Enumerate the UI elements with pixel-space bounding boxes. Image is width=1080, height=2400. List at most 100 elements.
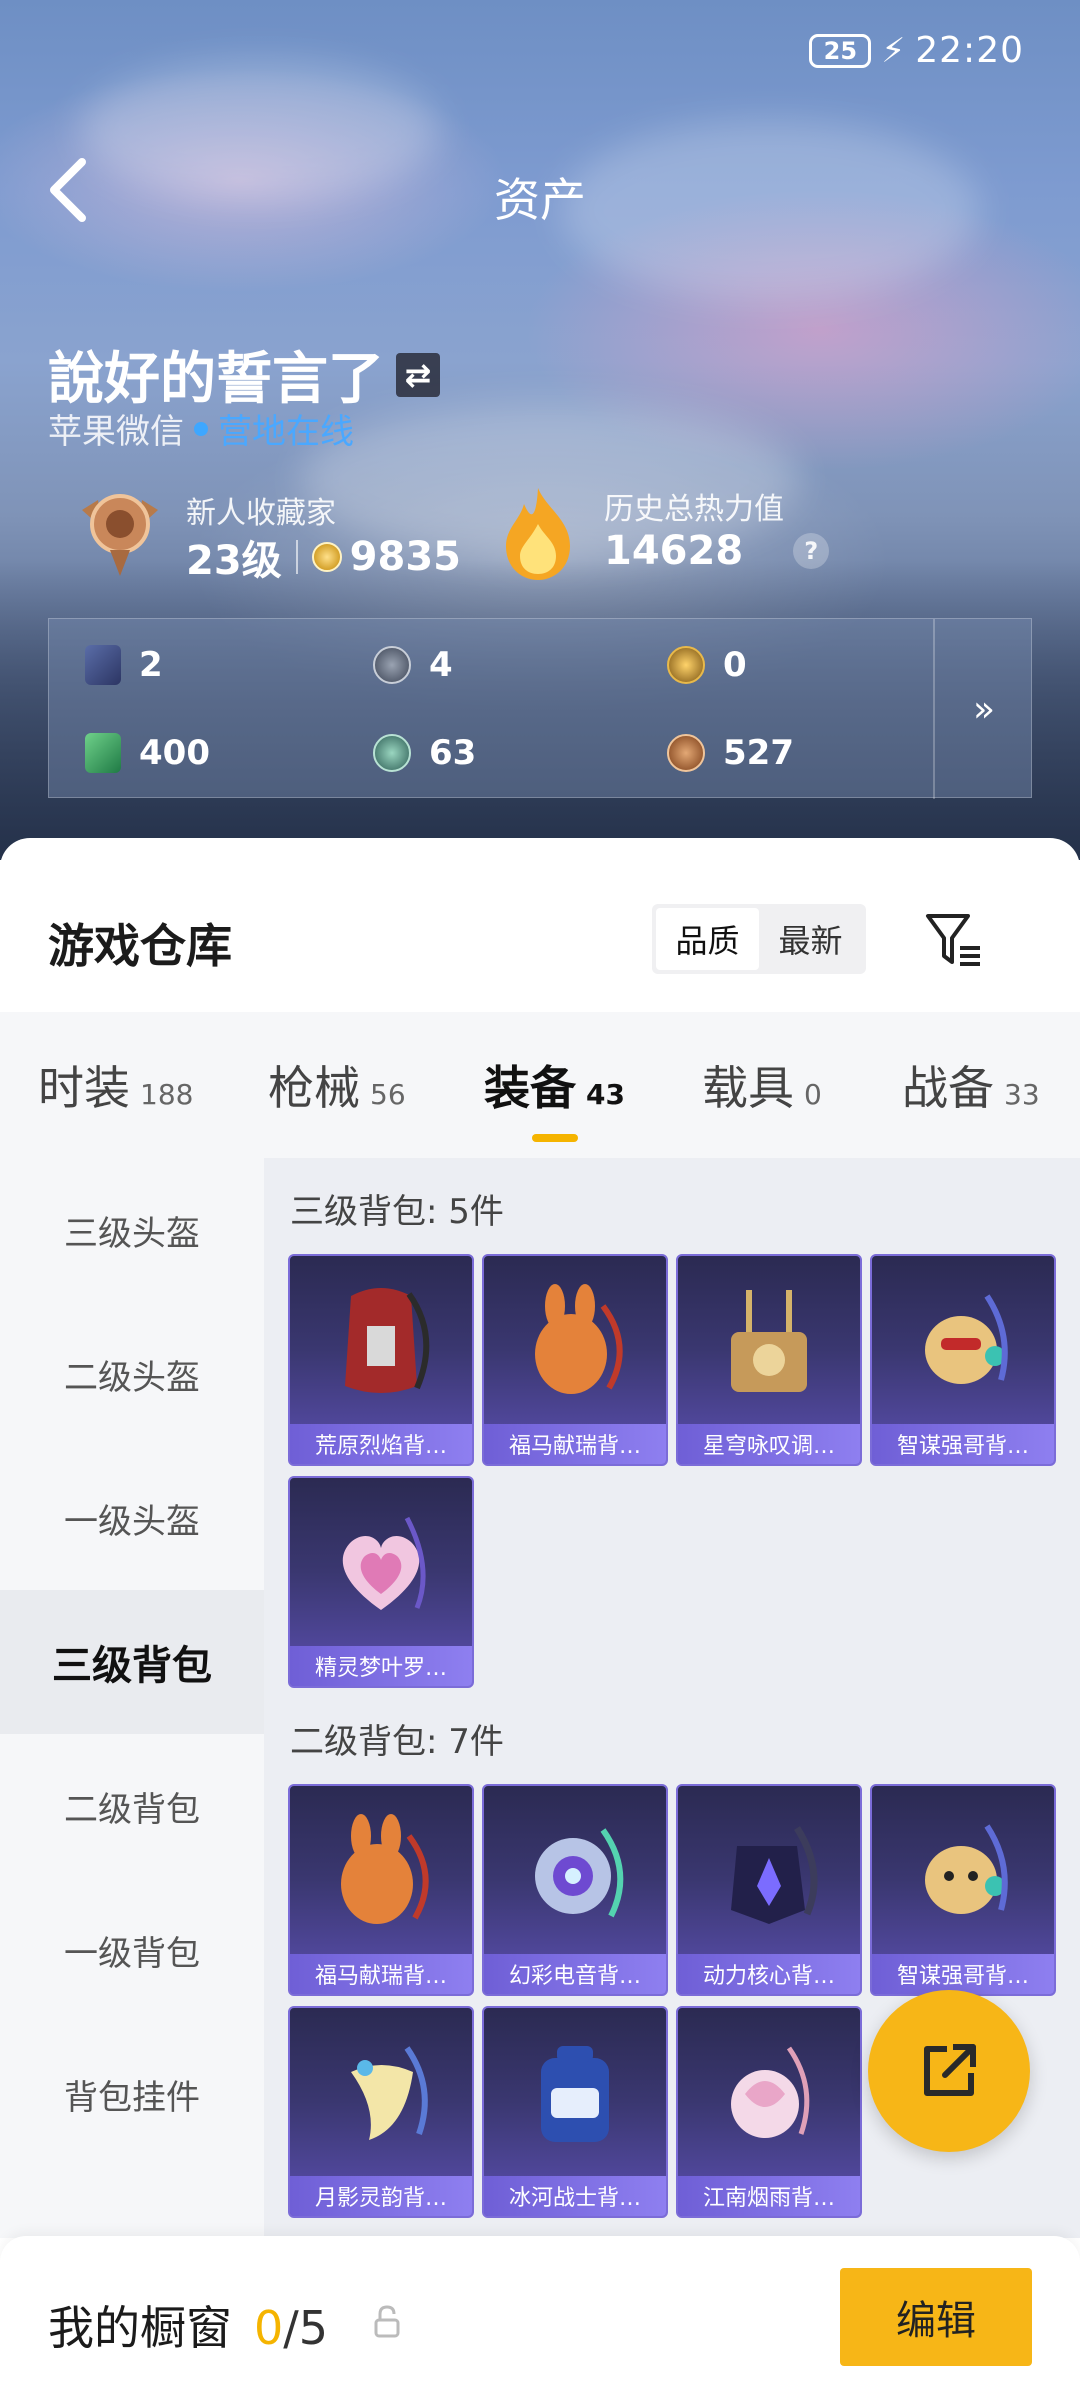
- expand-currencies-button[interactable]: »: [935, 619, 1033, 799]
- card-icon: [85, 645, 121, 685]
- showcase-title: 我的橱窗 0/5: [48, 2292, 328, 2358]
- tab-count: 56: [370, 1078, 406, 1111]
- sort-option-quality[interactable]: 品质: [656, 908, 759, 970]
- tab-count: 0: [804, 1078, 822, 1111]
- item-card[interactable]: 冰河战士背…: [482, 2006, 668, 2218]
- tab-outfits[interactable]: 时装 188: [38, 1052, 193, 1118]
- showcase-count: 0/5: [254, 2301, 328, 2355]
- currency-item: 527: [667, 733, 794, 773]
- backpack-icon: [290, 1256, 472, 1426]
- item-card[interactable]: 幻彩电音背…: [482, 1784, 668, 1996]
- battery-icon: 25: [809, 33, 872, 68]
- item-card[interactable]: 荒原烈焰背…: [288, 1254, 474, 1466]
- s-coin-icon: [373, 646, 411, 684]
- rank-title: 新人收藏家: [186, 496, 336, 531]
- side-item-backpack-charm[interactable]: 背包挂件: [0, 2022, 264, 2166]
- double-chevron-right-icon: »: [972, 688, 996, 730]
- active-tab-indicator: [532, 1134, 578, 1142]
- tab-count: 188: [140, 1078, 194, 1111]
- tab-battle-gear[interactable]: 战备 33: [902, 1052, 1040, 1118]
- tab-label: 时装: [38, 1061, 130, 1115]
- item-card[interactable]: 精灵梦叶罗…: [288, 1476, 474, 1688]
- side-item-level3-backpack[interactable]: 三级背包: [0, 1590, 264, 1734]
- tab-label: 枪械: [268, 1061, 360, 1115]
- item-card[interactable]: 福马献瑞背…: [288, 1784, 474, 1996]
- tab-weapons[interactable]: 枪械 56: [268, 1052, 406, 1118]
- divider: [295, 540, 298, 574]
- heat-value: 14628: [604, 528, 744, 574]
- item-card[interactable]: 智谋强哥背…: [870, 1254, 1056, 1466]
- backpack-icon: [872, 1256, 1054, 1426]
- currency-value: 0: [723, 645, 747, 685]
- item-name: 荒原烈焰背…: [290, 1424, 472, 1464]
- currency-item: 63: [373, 733, 476, 773]
- charging-icon: ⚡: [881, 30, 906, 71]
- item-name: 智谋强哥背…: [872, 1954, 1054, 1994]
- flame-icon: [496, 484, 580, 584]
- backpack-icon: [678, 1786, 860, 1956]
- filter-button[interactable]: [922, 908, 984, 970]
- item-card[interactable]: 动力核心背…: [676, 1784, 862, 1996]
- side-item-level2-helmet[interactable]: 二级头盔: [0, 1302, 264, 1446]
- item-card[interactable]: 月影灵韵背…: [288, 2006, 474, 2218]
- share-button[interactable]: [868, 1990, 1030, 2152]
- side-item-level3-helmet[interactable]: 三级头盔: [0, 1158, 264, 1302]
- currency-value: 527: [723, 733, 794, 773]
- side-item-level1-backpack[interactable]: 一级背包: [0, 1878, 264, 2022]
- currency-item: 0: [667, 645, 747, 685]
- subcategory-nav: 三级头盔 二级头盔 一级头盔 三级背包 二级背包 一级背包 背包挂件: [0, 1158, 264, 2238]
- item-name: 智谋强哥背…: [872, 1424, 1054, 1464]
- share-external-icon: [924, 2044, 976, 2096]
- sort-option-newest[interactable]: 最新: [759, 908, 862, 970]
- backpack-icon: [290, 1786, 472, 1956]
- status-bar: 25 ⚡ 22:20: [809, 30, 1024, 71]
- sort-toggle: 品质 最新: [652, 904, 866, 974]
- switch-account-icon[interactable]: ⇄: [396, 352, 440, 397]
- group-title: 三级背包: 5件: [290, 1192, 504, 1232]
- currency-panel[interactable]: 2 4 0 400 63 527 »: [48, 618, 1033, 799]
- group-title: 二级背包: 7件: [290, 1722, 504, 1762]
- currency-item: 400: [85, 733, 210, 773]
- lock-icon: [372, 2304, 402, 2338]
- item-name: 幻彩电音背…: [484, 1954, 666, 1994]
- backpack-icon: [484, 1786, 666, 1956]
- gold-badge-icon: [667, 646, 705, 684]
- green-orb-icon: [373, 734, 411, 772]
- tab-equipment[interactable]: 装备 43: [484, 1052, 625, 1118]
- currency-item: 2: [85, 645, 163, 685]
- item-name: 月影灵韵背…: [290, 2176, 472, 2216]
- backpack-icon: [290, 1478, 472, 1648]
- backpack-icon: [290, 2008, 472, 2178]
- currency-value: 4: [429, 645, 453, 685]
- help-icon[interactable]: ?: [793, 533, 830, 569]
- backpack-icon: [678, 1256, 860, 1426]
- clock: 22:20: [915, 30, 1024, 71]
- filter-icon: [926, 914, 980, 966]
- tab-label: 载具: [702, 1061, 794, 1115]
- backpack-icon: [484, 2008, 666, 2178]
- item-card[interactable]: 福马献瑞背…: [482, 1254, 668, 1466]
- side-item-level1-helmet[interactable]: 一级头盔: [0, 1446, 264, 1590]
- page-title: 资产: [494, 173, 586, 227]
- warehouse-sheet: 游戏仓库 品质 最新 时装 188 枪械 56 装备 43 载具 0 战备 33…: [0, 838, 1080, 2400]
- item-name: 福马献瑞背…: [290, 1954, 472, 1994]
- currency-value: 400: [139, 733, 210, 773]
- currency-value: 2: [139, 645, 163, 685]
- tab-vehicles[interactable]: 载具 0: [702, 1052, 822, 1118]
- category-tabs: 时装 188 枪械 56 装备 43 载具 0 战备 33: [0, 1012, 1080, 1158]
- showcase-label: 我的橱窗: [48, 2301, 232, 2355]
- item-card[interactable]: 星穹咏叹调…: [676, 1254, 862, 1466]
- side-item-level2-backpack[interactable]: 二级背包: [0, 1734, 264, 1878]
- coin-icon: [311, 542, 342, 572]
- platform-line: 苹果微信 营地在线: [48, 404, 354, 453]
- profile-header-background: 25 ⚡ 22:20 资产 說好的誓言了 ⇄ 苹果微信 营地在线 新人收藏家 2…: [0, 0, 1080, 860]
- ticket-icon: [85, 733, 121, 773]
- item-card[interactable]: 江南烟雨背…: [676, 2006, 862, 2218]
- bronze-coin-icon: [667, 734, 705, 772]
- item-name: 福马献瑞背…: [484, 1424, 666, 1464]
- collector-rank-badge-icon[interactable]: [72, 480, 168, 580]
- online-status: 营地在线: [218, 412, 354, 452]
- edit-button[interactable]: 编辑: [840, 2268, 1032, 2366]
- item-card[interactable]: 智谋强哥背…: [870, 1784, 1056, 1996]
- item-name: 星穹咏叹调…: [678, 1424, 860, 1464]
